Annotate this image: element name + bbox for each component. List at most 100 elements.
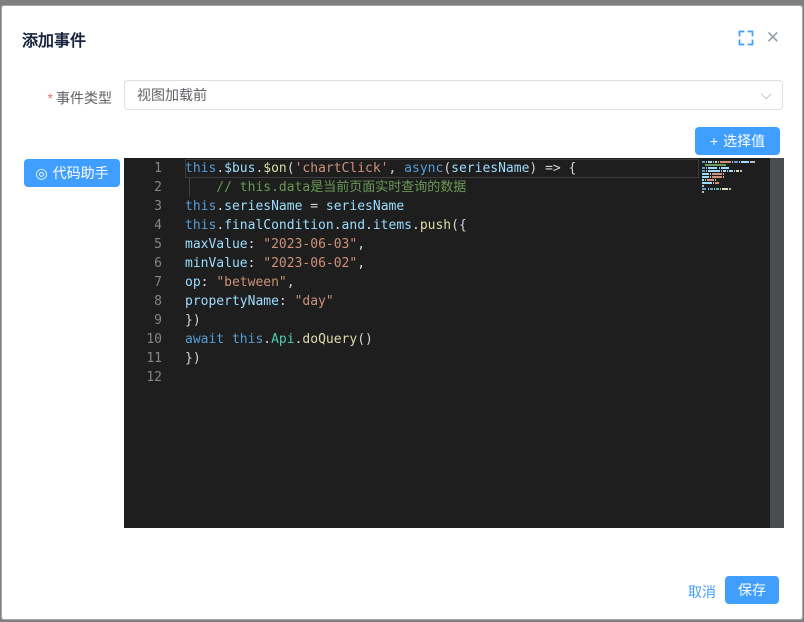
minimap-segment — [729, 170, 733, 172]
code-token: , — [389, 161, 405, 176]
code-token: $bus — [224, 161, 255, 176]
minimap-line — [702, 194, 768, 197]
code-token: ({ — [451, 218, 467, 233]
event-type-selected-value: 视图加载前 — [137, 85, 207, 105]
minimap-segment — [739, 161, 740, 163]
minimap-segment — [702, 170, 705, 172]
code-token — [224, 332, 232, 347]
code-token: propertyName — [185, 294, 279, 309]
code-token: }) — [185, 313, 201, 328]
event-type-select[interactable]: 视图加载前 — [124, 80, 783, 110]
code-editor[interactable]: 123456789101112 this.$bus.$on('chartClic… — [124, 158, 784, 528]
minimap-segment — [705, 164, 725, 166]
minimap-segment — [702, 188, 706, 190]
code-line — [185, 368, 699, 387]
minimap-segment — [702, 173, 709, 175]
code-line: // this.data是当前页面实时查询的数据 — [185, 178, 699, 197]
code-token: doQuery — [302, 332, 357, 347]
required-mark: * — [48, 90, 53, 106]
minimap-segment — [708, 170, 720, 172]
select-value-button[interactable]: + 选择值 — [695, 127, 780, 155]
code-token: : — [248, 237, 264, 252]
code-token: ) => { — [529, 161, 576, 176]
code-token: this — [185, 218, 216, 233]
minimap-segment — [706, 167, 707, 169]
code-assistant-icon: ◎ — [35, 166, 47, 180]
code-token: . — [216, 218, 224, 233]
code-token: items — [373, 218, 412, 233]
code-token: . — [263, 332, 271, 347]
code-token: async — [404, 161, 443, 176]
code-token: $on — [263, 161, 286, 176]
code-token: , — [357, 256, 365, 271]
editor-minimap[interactable] — [702, 161, 768, 197]
add-event-dialog: 添加事件 ✕ *事件类型 视图加载前 + 选择值 ◎ 代码助手 12345678… — [1, 5, 803, 620]
code-token: // this.data是当前页面实时查询的数据 — [185, 180, 466, 195]
minimap-segment — [740, 170, 742, 172]
code-token: push — [420, 218, 451, 233]
code-token: "day" — [295, 294, 334, 309]
code-line: }) — [185, 311, 699, 330]
minimap-segment — [710, 188, 713, 190]
minimap-segment — [706, 170, 707, 172]
dialog-header-icons: ✕ — [738, 30, 780, 46]
code-token: minValue — [185, 256, 248, 271]
minimap-segment — [714, 188, 715, 190]
minimap-segment — [702, 191, 704, 193]
dialog-title: 添加事件 — [22, 27, 86, 51]
minimap-segment — [713, 182, 714, 184]
minimap-segment — [702, 167, 705, 169]
minimap-segment — [715, 182, 719, 184]
line-number: 4 — [124, 216, 162, 235]
minimap-segment — [702, 182, 712, 184]
code-token: and — [342, 218, 365, 233]
close-icon[interactable]: ✕ — [766, 30, 780, 46]
code-token: seriesName — [451, 161, 529, 176]
code-lines: this.$bus.$on('chartClick', async(series… — [170, 159, 699, 387]
minimap-segment — [720, 188, 721, 190]
code-token: () — [357, 332, 373, 347]
cancel-button[interactable]: 取消 — [688, 582, 716, 602]
minimap-segment — [721, 167, 730, 169]
code-token: . — [412, 218, 420, 233]
line-number: 9 — [124, 311, 162, 330]
line-number: 3 — [124, 197, 162, 216]
minimap-segment — [710, 176, 711, 178]
code-token: ( — [287, 161, 295, 176]
minimap-segment — [729, 188, 731, 190]
chevron-down-icon — [761, 89, 772, 100]
code-line: propertyName: "day" — [185, 292, 699, 311]
code-token: "2023-06-02" — [263, 256, 357, 271]
minimap-segment — [722, 188, 728, 190]
minimap-segment — [719, 167, 720, 169]
code-line: this.seriesName = seriesName — [185, 197, 699, 216]
code-token: : — [279, 294, 295, 309]
minimap-segment — [723, 170, 726, 172]
minimap-segment — [708, 188, 709, 190]
code-token: , — [357, 237, 365, 252]
code-line: await this.Api.doQuery() — [185, 330, 699, 349]
code-token: . — [216, 161, 224, 176]
minimap-segment — [715, 179, 716, 181]
code-token: "2023-06-03" — [263, 237, 357, 252]
code-token: = — [302, 199, 325, 214]
line-number: 10 — [124, 330, 162, 349]
save-button[interactable]: 保存 — [725, 576, 779, 604]
select-value-button-label: 选择值 — [723, 131, 765, 151]
code-assistant-button[interactable]: ◎ 代码助手 — [24, 159, 120, 187]
line-number: 7 — [124, 273, 162, 292]
code-token: this — [185, 161, 216, 176]
minimap-segment — [705, 179, 706, 181]
minimap-segment — [723, 173, 724, 175]
minimap-segment — [702, 179, 704, 181]
event-type-label-text: 事件类型 — [56, 90, 112, 106]
line-number: 1 — [124, 159, 162, 178]
line-number-gutter: 123456789101112 — [124, 159, 170, 387]
fullscreen-icon[interactable] — [738, 30, 754, 46]
line-number: 6 — [124, 254, 162, 273]
minimap-segment — [734, 170, 735, 172]
editor-scrollbar[interactable] — [770, 158, 784, 528]
minimap-segment — [732, 161, 733, 163]
code-token: }) — [185, 351, 201, 366]
code-token: this — [185, 199, 216, 214]
